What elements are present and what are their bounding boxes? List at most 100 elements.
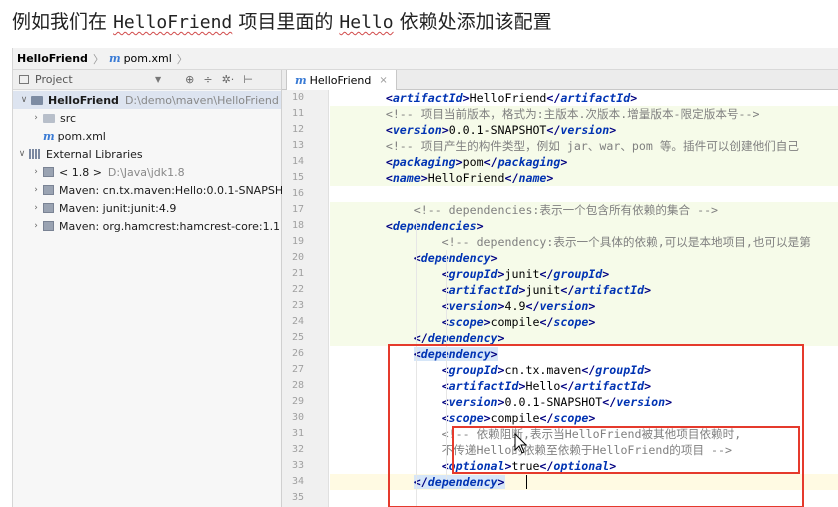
tree-item-pom[interactable]: m pom.xml [43, 127, 106, 145]
line-number: 25 [291, 332, 304, 343]
expand-chevron-icon[interactable]: › [29, 185, 43, 195]
library-icon [29, 149, 41, 159]
tree-item-label: External Libraries [46, 147, 143, 161]
line-number: 11 [291, 108, 304, 119]
code-line[interactable]: <dependencies> [330, 218, 838, 234]
line-number: 18 [291, 220, 304, 231]
folder-icon [43, 113, 55, 123]
line-number: 20 [291, 252, 304, 263]
expand-chevron-icon[interactable]: › [29, 113, 43, 123]
line-number: 13 [291, 140, 304, 151]
tree-item-maven-hamcrest[interactable]: › Maven: org.hamcrest:hamcrest-core:1.1 [29, 217, 280, 235]
caption-project-name: HelloFriend [113, 12, 233, 33]
line-number: 24 [291, 316, 304, 327]
tree-item-label: < 1.8 > [59, 165, 102, 179]
code-line[interactable]: <artifactId>junit</artifactId> [330, 282, 838, 298]
mouse-cursor-icon [514, 433, 528, 454]
ide-window: HelloFriend 〉 m pom.xml 〉 Project ▼ ⊕ ÷ … [12, 48, 838, 507]
line-number: 16 [291, 188, 304, 199]
caption-prefix: 例如我们在 [12, 11, 108, 33]
line-number: 26 [291, 348, 304, 359]
line-number: 15 [291, 172, 304, 183]
breadcrumb-file-label: pom.xml [123, 52, 172, 65]
line-number: 28 [291, 380, 304, 391]
maven-file-icon: m [108, 52, 121, 65]
tree-item-maven-hello[interactable]: › Maven: cn.tx.maven:Hello:0.0.1-SNAPSHO… [29, 181, 298, 199]
line-number: 35 [291, 492, 304, 503]
project-view-icon [19, 75, 29, 84]
breadcrumb-project-label: HelloFriend [17, 52, 88, 65]
line-number: 19 [291, 236, 304, 247]
line-number: 17 [291, 204, 304, 215]
tree-item-label: Maven: cn.tx.maven:Hello:0.0.1-SNAPSHOT [59, 183, 299, 197]
expand-chevron-icon[interactable]: › [29, 167, 43, 177]
caption-suffix: 依赖处添加该配置 [399, 11, 552, 33]
project-view-selector[interactable]: Project [35, 73, 155, 86]
breadcrumb-end-icon: 〉 [176, 52, 188, 66]
code-line[interactable]: <scope>compile</scope> [330, 314, 838, 330]
expand-chevron-icon[interactable]: ∨ [17, 95, 31, 105]
hide-panel-icon[interactable]: ⊢ [243, 73, 253, 86]
code-line[interactable]: <!-- 项目当前版本，格式为:主版本.次版本.增量版本-限定版本号--> [330, 106, 838, 122]
code-line[interactable]: <name>HelloFriend</name> [330, 170, 838, 186]
tree-item-src[interactable]: › src [29, 109, 76, 127]
tree-item-label: src [60, 111, 77, 125]
jar-icon [43, 185, 54, 195]
tree-item-jdk[interactable]: › < 1.8 > D:\Java\jdk1.8 [29, 163, 185, 181]
tab-label: HelloFriend [309, 73, 372, 87]
jar-icon [43, 203, 54, 213]
tree-item-maven-junit[interactable]: › Maven: junit:junit:4.9 [29, 199, 176, 217]
code-line[interactable]: <!-- dependencies:表示一个包含所有依赖的集合 --> [330, 202, 838, 218]
expand-chevron-icon[interactable]: › [29, 203, 43, 213]
tutorial-caption: 例如我们在 HelloFriend 项目里面的 Hello 依赖处添加该配置 [12, 4, 838, 42]
project-toolbar: Project ▼ ⊕ ÷ ✲· ⊢ [13, 70, 281, 90]
line-number: 31 [291, 428, 304, 439]
line-number: 21 [291, 268, 304, 279]
line-number: 10 [291, 92, 304, 103]
maven-file-icon: m [43, 129, 55, 143]
expand-chevron-icon[interactable]: ∨ [15, 149, 29, 159]
breadcrumb-project[interactable]: HelloFriend [17, 52, 88, 65]
locate-file-icon[interactable]: ⊕ [185, 73, 194, 86]
caption-dependency-name: Hello [339, 12, 394, 33]
breadcrumb-separator-icon: 〉 [92, 52, 104, 66]
code-line[interactable]: <packaging>pom</packaging> [330, 154, 838, 170]
editor-tab-bar: m HelloFriend × [282, 70, 838, 90]
maven-file-icon: m [295, 73, 307, 87]
line-number: 29 [291, 396, 304, 407]
chevron-down-icon[interactable]: ▼ [155, 75, 161, 84]
tree-item-label: Maven: junit:junit:4.9 [59, 201, 177, 215]
jdk-icon [43, 167, 54, 177]
line-number: 30 [291, 412, 304, 423]
expand-chevron-icon[interactable]: › [29, 221, 43, 231]
code-line[interactable]: <!-- dependency:表示一个具体的依赖,可以是本地项目,也可以是第 [330, 234, 838, 250]
close-icon[interactable]: × [379, 75, 387, 86]
code-line[interactable]: <groupId>junit</groupId> [330, 266, 838, 282]
line-number-gutter: 10 11 12 13 14 15 16 17 18 19 20 21 22 23 24 25 26 27 28 29… [282, 90, 329, 507]
code-line[interactable]: <artifactId>HelloFriend</artifactId> [330, 90, 838, 106]
tree-item-project-root[interactable]: ∨ HelloFriend D:\demo\maven\HelloFriend [13, 91, 281, 109]
line-number: 12 [291, 124, 304, 135]
tab-hellofriend[interactable]: m HelloFriend × [286, 70, 397, 90]
tree-item-path: D:\demo\maven\HelloFriend [124, 93, 279, 107]
code-line[interactable]: <dependency> [330, 250, 838, 266]
tree-item-external-libraries[interactable]: ∨ External Libraries [15, 145, 143, 163]
module-folder-icon [31, 95, 43, 105]
tree-item-path: D:\Java\jdk1.8 [107, 165, 185, 179]
line-number: 33 [291, 460, 304, 471]
code-line[interactable] [330, 186, 838, 202]
breadcrumb-file[interactable]: m pom.xml [109, 52, 172, 65]
tree-item-label: HelloFriend [48, 93, 119, 107]
code-line[interactable]: <!-- 项目产生的构件类型，例如 jar、war、pom 等。插件可以创建他们… [330, 138, 838, 154]
line-number: 23 [291, 300, 304, 311]
line-number: 34 [291, 476, 304, 487]
collapse-all-icon[interactable]: ÷ [203, 73, 212, 86]
line-number: 14 [291, 156, 304, 167]
inner-highlight-box [452, 426, 800, 474]
code-line[interactable]: <version>4.9</version> [330, 298, 838, 314]
line-number: 27 [291, 364, 304, 375]
tree-item-label: pom.xml [57, 129, 106, 143]
settings-gear-icon[interactable]: ✲· [222, 73, 235, 86]
caption-middle: 项目里面的 [238, 11, 334, 33]
code-line[interactable]: <version>0.0.1-SNAPSHOT</version> [330, 122, 838, 138]
